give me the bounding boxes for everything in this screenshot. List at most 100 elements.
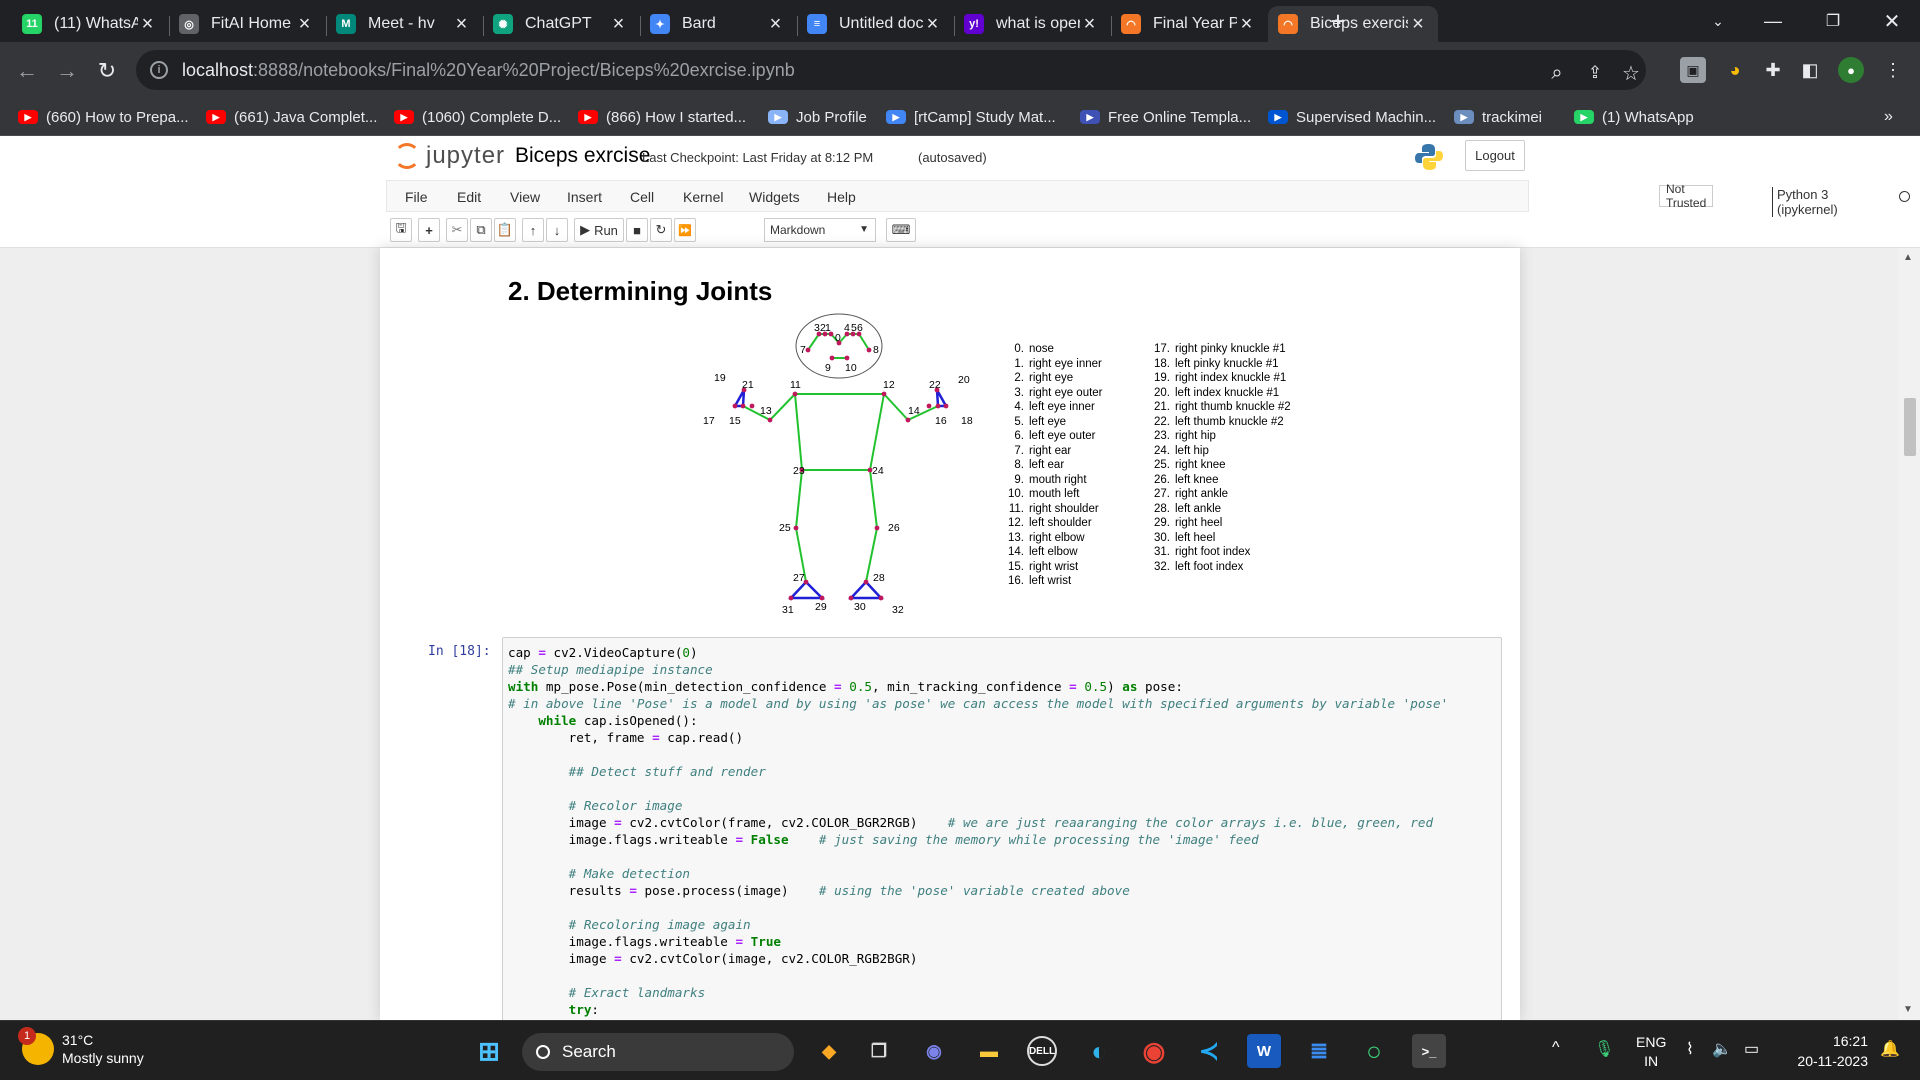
bookmark-item[interactable]: ▶ (866) How I started... xyxy=(578,106,746,128)
tab-6[interactable]: y! what is openc× xyxy=(954,6,1110,42)
copy-icon[interactable]: ⧉ xyxy=(470,218,492,242)
dell-icon[interactable]: DELL xyxy=(1027,1036,1057,1066)
site-info-icon[interactable]: i xyxy=(150,61,168,79)
tab-1[interactable]: ◎ FitAI Home W× xyxy=(169,6,325,42)
tab-4[interactable]: ✦ Bard × xyxy=(640,6,796,42)
notebook-name[interactable]: Biceps exrcise xyxy=(515,144,650,168)
back-button[interactable]: ← xyxy=(12,56,42,86)
terminal-icon[interactable]: >_ xyxy=(1412,1034,1446,1068)
scroll-up-icon[interactable]: ▲ xyxy=(1903,252,1913,263)
bookmark-item[interactable]: ▶ [rtCamp] Study Mat... xyxy=(886,106,1056,128)
menu-widgets[interactable]: Widgets xyxy=(749,189,800,205)
copilot-icon[interactable]: ◆ xyxy=(812,1034,846,1068)
bookmark-item[interactable]: ▶ trackimei xyxy=(1454,106,1542,128)
tab-search-chevron-icon[interactable]: ⌄ xyxy=(1690,0,1746,42)
share-icon[interactable]: ⇪ xyxy=(1582,60,1608,86)
bookmark-item[interactable]: ▶ (660) How to Prepa... xyxy=(18,106,189,128)
zoom-icon[interactable]: ⌕ xyxy=(1544,60,1570,86)
tab-close-icon[interactable]: × xyxy=(452,13,472,36)
chrome-icon[interactable]: ◉ xyxy=(1137,1034,1171,1068)
tab-close-icon[interactable]: × xyxy=(1408,13,1428,36)
tab-close-icon[interactable]: × xyxy=(295,13,315,36)
bookmark-item[interactable]: ▶ Supervised Machin... xyxy=(1268,106,1436,128)
tab-3[interactable]: ✺ ChatGPT × xyxy=(483,6,639,42)
tab-close-icon[interactable]: × xyxy=(609,13,629,36)
tab-0[interactable]: 11 (11) WhatsAp× xyxy=(12,6,168,42)
restart-run-all-icon[interactable]: ⏩ xyxy=(674,218,696,242)
tab-5[interactable]: ≡ Untitled docu× xyxy=(797,6,953,42)
bookmark-item[interactable]: ▶ (661) Java Complet... xyxy=(206,106,377,128)
bookmark-item[interactable]: ▶ Job Profile xyxy=(768,106,867,128)
new-tab-button[interactable]: + xyxy=(1310,0,1366,42)
extension-icon[interactable]: ▣ xyxy=(1680,57,1706,83)
code-editor[interactable]: cap = cv2.VideoCapture(0) ## Setup mediap… xyxy=(508,644,1496,1018)
tab-close-icon[interactable]: × xyxy=(138,13,158,36)
volume-muted-icon[interactable]: 🔈 xyxy=(1712,1039,1732,1059)
microphone-icon[interactable]: 🎙 xyxy=(1594,1039,1614,1059)
vscode-icon[interactable]: ≺ xyxy=(1192,1034,1226,1068)
battery-icon[interactable]: ▭ xyxy=(1744,1039,1759,1059)
extensions-puzzle-icon[interactable]: ✚ xyxy=(1760,57,1786,83)
notification-bell-icon[interactable]: 🔔 xyxy=(1880,1039,1900,1059)
bookmark-star-icon[interactable]: ☆ xyxy=(1618,60,1644,86)
browser-menu-icon[interactable]: ⋮ xyxy=(1880,57,1906,83)
tab-close-icon[interactable]: × xyxy=(1237,13,1257,36)
minimize-button[interactable]: — xyxy=(1745,0,1801,42)
word-icon[interactable]: W xyxy=(1247,1034,1281,1068)
app-ring-icon[interactable]: ○ xyxy=(1357,1034,1391,1068)
profile-avatar[interactable]: ● xyxy=(1838,57,1864,83)
insert-cell-button[interactable]: + xyxy=(418,218,440,242)
interrupt-icon[interactable]: ■ xyxy=(626,218,648,242)
restore-button[interactable]: ❐ xyxy=(1805,0,1861,42)
weather-widget[interactable]: 1 31°C Mostly sunny xyxy=(18,1027,144,1067)
menu-view[interactable]: View xyxy=(510,189,540,205)
bookmark-item[interactable]: ▶ Free Online Templa... xyxy=(1080,106,1251,128)
file-explorer-icon[interactable]: ▬ xyxy=(972,1034,1006,1068)
omnibox[interactable]: i localhost:8888/notebooks/Final%20Year%… xyxy=(136,50,1646,90)
close-window-button[interactable]: ✕ xyxy=(1864,0,1920,42)
edge-icon[interactable]: ◐ xyxy=(1082,1034,1116,1068)
restart-icon[interactable]: ↻ xyxy=(650,218,672,242)
teams-chat-icon[interactable]: ◉ xyxy=(917,1034,951,1068)
run-button[interactable]: ▶ Run xyxy=(574,218,624,242)
taskbar-search[interactable]: Search xyxy=(522,1033,794,1071)
task-view-icon[interactable]: ❐ xyxy=(862,1034,896,1068)
scroll-down-icon[interactable]: ▼ xyxy=(1903,1004,1913,1015)
menu-edit[interactable]: Edit xyxy=(457,189,481,205)
forward-button[interactable]: → xyxy=(52,56,82,86)
reload-button[interactable]: ↻ xyxy=(92,56,122,86)
tab-close-icon[interactable]: × xyxy=(1080,13,1100,36)
menu-help[interactable]: Help xyxy=(827,189,856,205)
move-up-icon[interactable]: ↑ xyxy=(522,218,544,242)
menu-cell[interactable]: Cell xyxy=(630,189,654,205)
trust-status-button[interactable]: Not Trusted xyxy=(1659,182,1714,210)
tab-close-icon[interactable]: × xyxy=(766,13,786,36)
system-clock[interactable]: 16:21 20-11-2023 xyxy=(1784,1031,1868,1071)
notepad-icon[interactable]: ≣ xyxy=(1302,1034,1336,1068)
scrollbar-thumb[interactable] xyxy=(1904,398,1916,456)
extension-color-icon[interactable]: ◕ xyxy=(1722,57,1748,83)
bookmark-item[interactable]: ▶ (1060) Complete D... xyxy=(394,106,561,128)
logout-button[interactable]: Logout xyxy=(1465,140,1525,171)
side-panel-icon[interactable]: ◧ xyxy=(1797,57,1823,83)
cell-type-select[interactable]: Markdown ▼ xyxy=(764,218,876,242)
code-cell[interactable]: cap = cv2.VideoCapture(0) ## Setup mediap… xyxy=(502,637,1502,1020)
tab-2[interactable]: M Meet - hv × xyxy=(326,6,482,42)
jupyter-logo[interactable]: jupyter xyxy=(394,142,505,170)
menu-kernel[interactable]: Kernel xyxy=(683,189,723,205)
kernel-name[interactable]: Python 3 (ipykernel) xyxy=(1772,187,1838,217)
save-icon[interactable]: 🖫 xyxy=(390,218,412,242)
tab-close-icon[interactable]: × xyxy=(923,13,943,36)
menu-file[interactable]: File xyxy=(405,189,428,205)
language-indicator[interactable]: ENG IN xyxy=(1636,1033,1666,1071)
more-bookmarks-icon[interactable]: » xyxy=(1884,106,1893,128)
bookmark-item[interactable]: ▶ (1) WhatsApp xyxy=(1574,106,1694,128)
move-down-icon[interactable]: ↓ xyxy=(546,218,568,242)
cut-icon[interactable]: ✂ xyxy=(446,218,468,242)
paste-icon[interactable]: 📋 xyxy=(494,218,516,242)
start-windows-icon[interactable]: ⊞ xyxy=(472,1034,506,1068)
tab-7[interactable]: ◠ Final Year Pro× xyxy=(1111,6,1267,42)
tray-chevron-icon[interactable]: ^ xyxy=(1552,1039,1560,1057)
page-scrollbar[interactable]: ▲ ▼ xyxy=(1898,248,1920,1020)
keyboard-icon[interactable]: ⌨ xyxy=(886,218,916,242)
